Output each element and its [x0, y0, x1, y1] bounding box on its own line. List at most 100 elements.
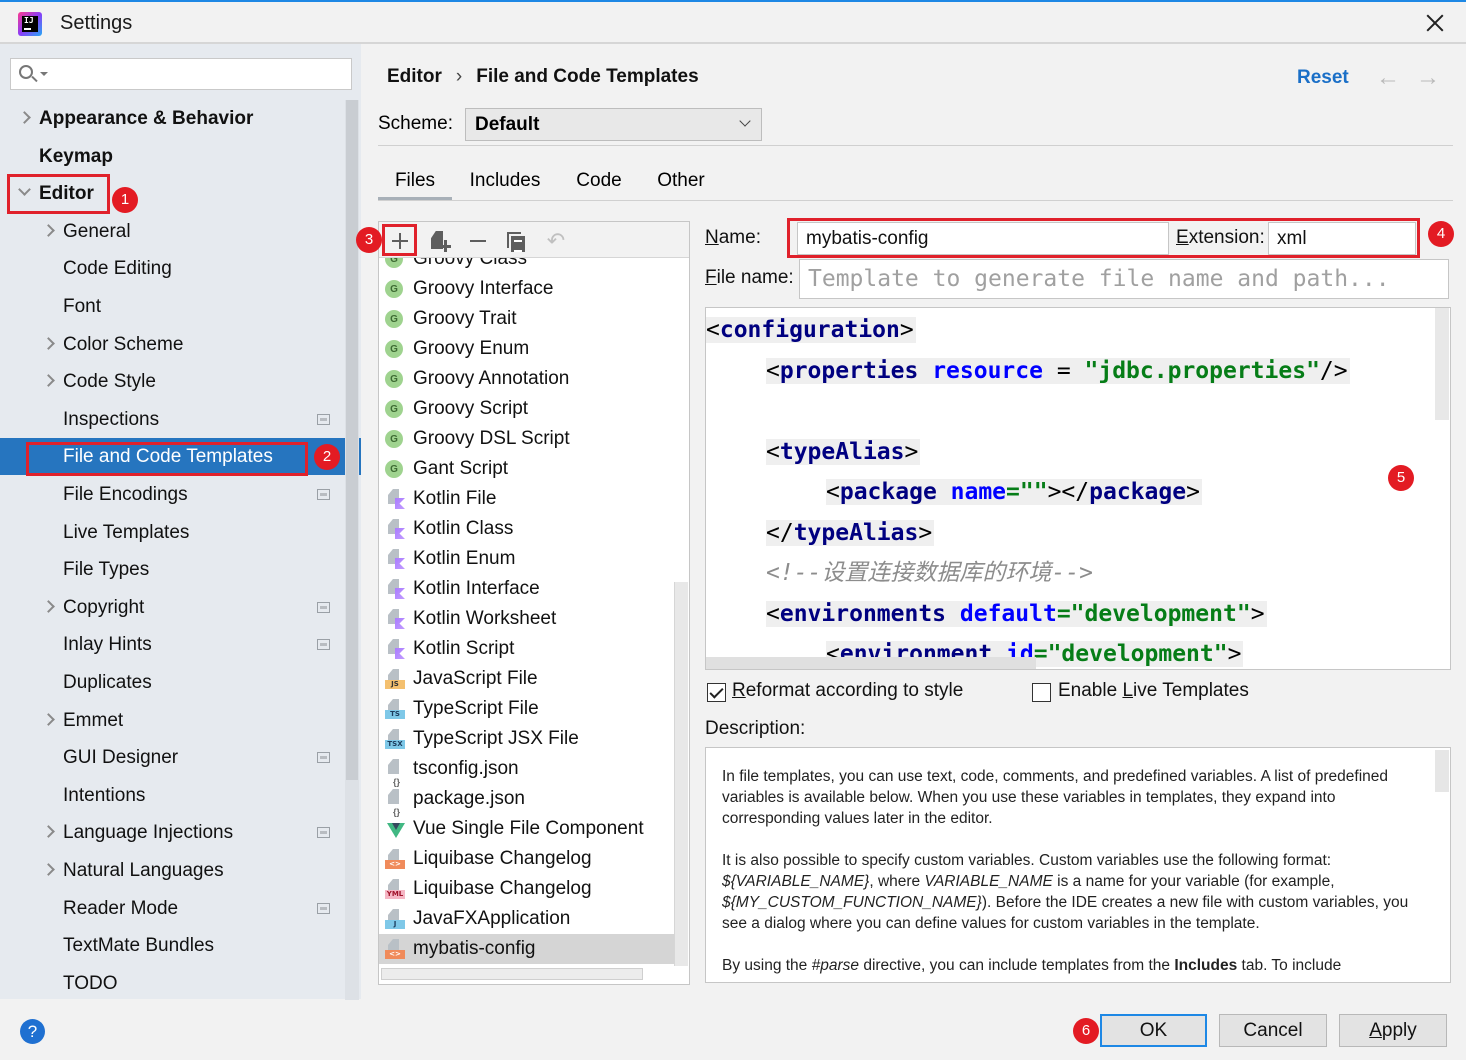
name-input[interactable]: mybatis-config: [797, 222, 1169, 255]
sidebar-item-general[interactable]: General: [0, 213, 345, 250]
sidebar-item-language-injections[interactable]: Language Injections: [0, 814, 345, 851]
sidebar-item-label: TextMate Bundles: [63, 935, 215, 957]
templates-list-scrollbar[interactable]: [674, 582, 688, 982]
template-list-item[interactable]: {} package.json: [379, 784, 675, 817]
create-child-template-icon[interactable]: [427, 228, 453, 254]
template-list-item[interactable]: G Gant Script: [379, 454, 675, 484]
template-label: TypeScript File: [413, 698, 539, 719]
sidebar-item-editor[interactable]: Editor: [0, 175, 345, 212]
scheme-dropdown[interactable]: Default: [465, 108, 762, 141]
template-label: Kotlin Worksheet: [413, 608, 557, 629]
template-list-item[interactable]: Kotlin File: [379, 484, 675, 514]
template-list-item[interactable]: YML Liquibase Changelog: [379, 874, 675, 904]
sidebar-item-emmet[interactable]: Emmet: [0, 702, 345, 739]
sidebar-item-code-editing[interactable]: Code Editing: [0, 250, 345, 287]
sidebar-scrollbar-thumb[interactable]: [346, 100, 358, 780]
sidebar-item-appearance-behavior[interactable]: Appearance & Behavior: [0, 100, 345, 137]
template-list-item[interactable]: G Groovy Annotation: [379, 364, 675, 394]
sidebar-item-inspections[interactable]: Inspections: [0, 401, 345, 438]
template-list-item[interactable]: G Groovy DSL Script: [379, 424, 675, 454]
template-code-editor[interactable]: <configuration> <properties resource = "j…: [705, 307, 1451, 670]
sidebar-item-code-style[interactable]: Code Style: [0, 363, 345, 400]
sidebar-item-intentions[interactable]: Intentions: [0, 777, 345, 814]
sidebar-item-duplicates[interactable]: Duplicates: [0, 664, 345, 701]
hscrollbar-thumb[interactable]: [381, 968, 643, 980]
help-icon[interactable]: ?: [20, 1019, 45, 1044]
sidebar-item-label: Editor: [39, 183, 94, 205]
template-list-item[interactable]: Kotlin Enum: [379, 544, 675, 574]
tab-includes[interactable]: Includes: [456, 165, 554, 200]
search-options-caret-icon[interactable]: [40, 72, 48, 76]
template-list-item[interactable]: J JavaFXApplication: [379, 904, 675, 934]
sidebar-item-file-types[interactable]: File Types: [0, 551, 345, 588]
template-list-item[interactable]: Kotlin Class: [379, 514, 675, 544]
template-list-item[interactable]: {} tsconfig.json: [379, 754, 675, 787]
undo-icon[interactable]: ↶: [543, 228, 569, 254]
reformat-label[interactable]: Reformat according to style: [732, 680, 963, 702]
sidebar-item-todo[interactable]: TODO: [0, 965, 345, 1002]
template-list-item[interactable]: TSX TypeScript JSX File: [379, 724, 675, 754]
sidebar-item-color-scheme[interactable]: Color Scheme: [0, 326, 345, 363]
sidebar-item-label: General: [63, 220, 131, 242]
template-label: Gant Script: [413, 458, 509, 479]
template-list-item[interactable]: Vue Single File Component: [379, 814, 675, 844]
copy-icon[interactable]: [503, 228, 529, 254]
sidebar-item-font[interactable]: Font: [0, 288, 345, 325]
template-list-item[interactable]: Kotlin Interface: [379, 574, 675, 604]
back-arrow-icon[interactable]: ←: [1376, 66, 1400, 90]
kotlin-file-icon: [385, 579, 405, 599]
template-list-item[interactable]: TS TypeScript File: [379, 694, 675, 724]
template-label: Liquibase Changelog: [413, 878, 592, 899]
add-icon[interactable]: [387, 228, 413, 254]
live-templates-label[interactable]: Enable Live Templates: [1058, 680, 1249, 702]
sidebar-item-copyright[interactable]: Copyright: [0, 589, 345, 626]
template-list-item[interactable]: G Groovy Enum: [379, 334, 675, 364]
sidebar-item-keymap[interactable]: Keymap: [0, 138, 345, 175]
template-list-item[interactable]: <> mybatis-config: [379, 934, 675, 964]
template-list-item[interactable]: Kotlin Worksheet: [379, 604, 675, 634]
cancel-button[interactable]: Cancel: [1219, 1014, 1327, 1047]
settings-search-input[interactable]: [10, 58, 352, 90]
tab-code[interactable]: Code: [564, 165, 634, 200]
kotlin-file-icon: [385, 519, 405, 539]
sidebar-item-label: Intentions: [63, 784, 146, 806]
divider: [378, 145, 1453, 146]
template-list-item[interactable]: G Groovy Script: [379, 394, 675, 424]
reformat-checkbox[interactable]: [707, 683, 726, 702]
templates-list-hscrollbar[interactable]: [379, 966, 689, 984]
live-templates-checkbox[interactable]: [1032, 683, 1051, 702]
apply-button[interactable]: Apply: [1339, 1014, 1447, 1047]
template-list-item[interactable]: G Groovy Trait: [379, 304, 675, 334]
sidebar-item-gui-designer[interactable]: GUI Designer: [0, 739, 345, 776]
editor-vscrollbar[interactable]: [1435, 308, 1449, 420]
forward-arrow-icon[interactable]: →: [1416, 66, 1440, 90]
extension-input[interactable]: xml: [1268, 222, 1416, 255]
sidebar-item-inlay-hints[interactable]: Inlay Hints: [0, 626, 345, 663]
sidebar-item-reader-mode[interactable]: Reader Mode: [0, 890, 345, 927]
tab-files[interactable]: Files: [378, 165, 452, 200]
groovy-icon: G: [385, 340, 403, 358]
sidebar-item-label: File and Code Templates: [63, 446, 273, 468]
sidebar-item-live-templates[interactable]: Live Templates: [0, 514, 345, 551]
close-icon[interactable]: [1422, 10, 1448, 36]
file-type-icon: TSX: [385, 729, 405, 749]
name-label: Name:: [705, 227, 761, 248]
description-scrollbar[interactable]: [1435, 750, 1449, 792]
template-list-item[interactable]: G Groovy Interface: [379, 274, 675, 304]
breadcrumb-editor[interactable]: Editor: [387, 66, 442, 87]
ok-button[interactable]: OK: [1100, 1014, 1207, 1047]
remove-icon[interactable]: [465, 228, 491, 254]
sidebar-item-file-encodings[interactable]: File Encodings: [0, 476, 345, 513]
filename-input[interactable]: Template to generate file name and path.…: [799, 259, 1449, 299]
template-list-item[interactable]: Kotlin Script: [379, 634, 675, 664]
sidebar-item-natural-languages[interactable]: Natural Languages: [0, 852, 345, 889]
template-list-item[interactable]: G Groovy Class: [379, 258, 675, 274]
sidebar-item-textmate-bundles[interactable]: TextMate Bundles: [0, 927, 345, 964]
tab-other[interactable]: Other: [646, 165, 716, 200]
project-level-icon: [317, 827, 330, 839]
reset-link[interactable]: Reset: [1297, 67, 1349, 89]
template-list-item[interactable]: JS JavaScript File: [379, 664, 675, 694]
editor-hscrollbar[interactable]: [706, 657, 1036, 669]
sidebar-item-file-and-code-templates[interactable]: File and Code Templates: [0, 438, 361, 476]
template-list-item[interactable]: <> Liquibase Changelog: [379, 844, 675, 874]
